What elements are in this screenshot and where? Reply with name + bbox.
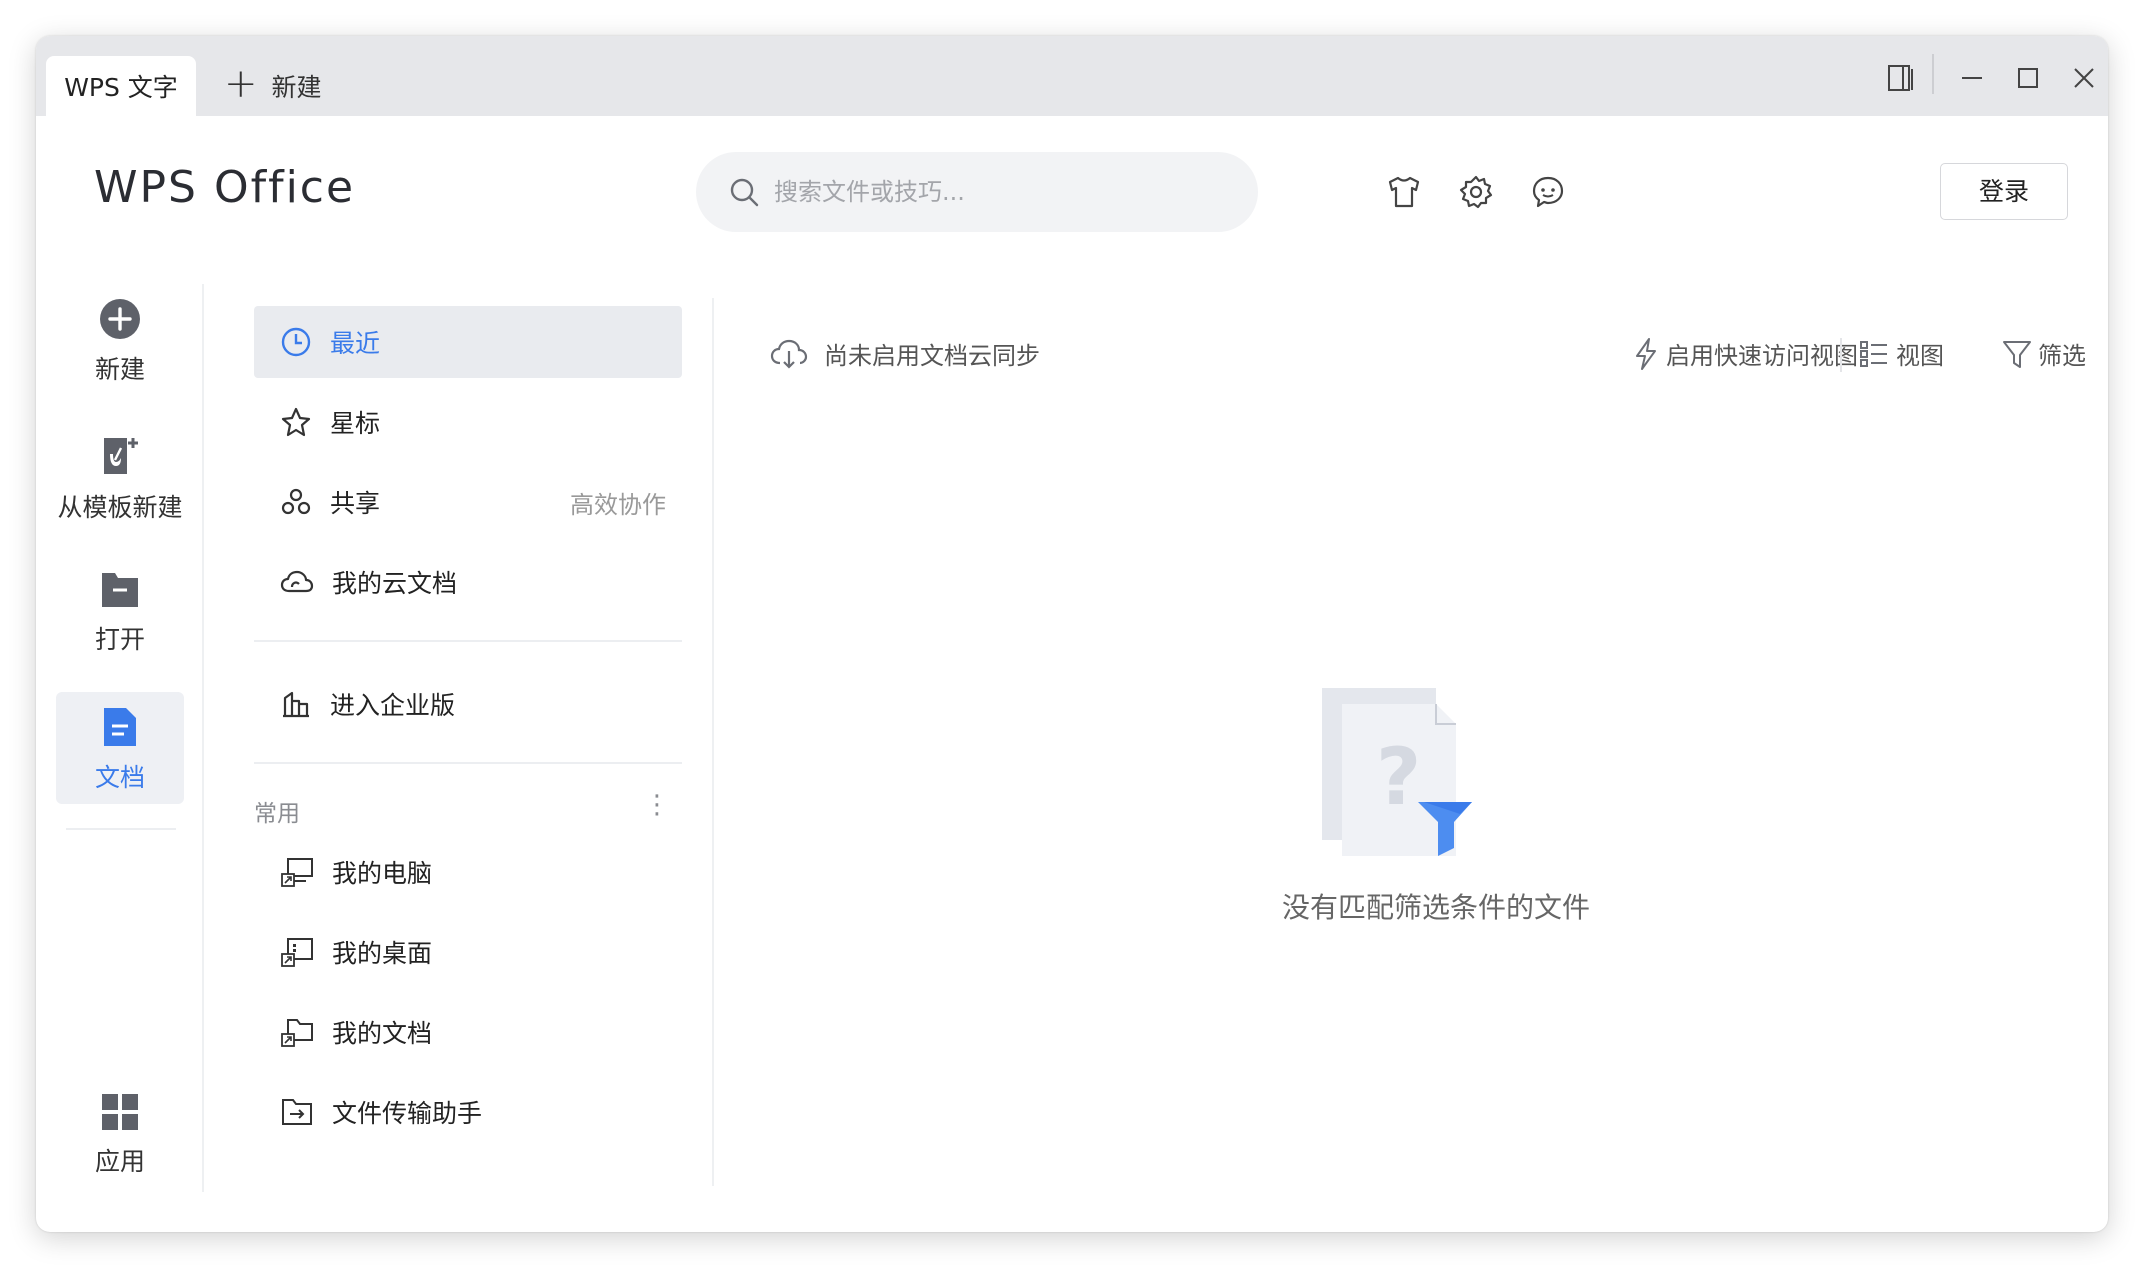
nav-item-file-transfer[interactable]: 文件传输助手 (254, 1076, 682, 1148)
view-label: 视图 (1896, 342, 1944, 370)
rail-item-new[interactable]: 新建 (56, 298, 184, 386)
quick-access-button[interactable]: 启用快速访问视图 (1632, 336, 1858, 371)
nav-item-label: 我的电脑 (332, 859, 433, 888)
rail-item-template[interactable]: 从模板新建 (56, 434, 184, 524)
plus-circle-icon (100, 299, 140, 339)
minimize-icon[interactable] (1952, 58, 1992, 98)
share-icon (281, 488, 311, 515)
skin-icon[interactable] (1382, 170, 1426, 214)
feedback-icon[interactable] (1526, 170, 1570, 214)
building-icon (283, 691, 309, 718)
rail-item-label: 文档 (94, 763, 145, 792)
rail-item-label: 应用 (94, 1147, 145, 1176)
nav-item-my-desktop[interactable]: 我的桌面 (254, 916, 682, 988)
documents-folder-shortcut-icon (281, 1019, 313, 1047)
logo-wordmark: WPS Office (94, 162, 355, 213)
rail-item-label: 打开 (94, 625, 145, 654)
nav-item-label: 进入企业版 (330, 691, 456, 720)
nav-separator (254, 762, 682, 764)
clock-icon (281, 327, 311, 357)
nav-item-label: 最近 (330, 329, 381, 358)
rail-item-documents[interactable]: 文档 (56, 706, 184, 794)
nav-item-enterprise[interactable]: 进入企业版 (254, 668, 682, 740)
star-icon (281, 407, 311, 437)
nav-item-label: 文件传输助手 (332, 1099, 483, 1128)
nav-item-label: 共享 (330, 489, 381, 518)
new-tab-button[interactable]: + 新建 (224, 56, 322, 116)
toolbar-divider (1840, 338, 1842, 372)
view-button[interactable]: 视图 (1858, 336, 1944, 371)
panel-divider (712, 298, 714, 1186)
nav-item-cloud-docs[interactable]: 我的云文档 (254, 546, 682, 618)
empty-state-message: 没有匹配筛选条件的文件 (1281, 891, 1590, 924)
nav-item-recent[interactable]: 最近 (254, 306, 682, 378)
login-button[interactable]: 登录 (1940, 163, 2068, 220)
nav-item-my-computer[interactable]: 我的电脑 (254, 836, 682, 908)
search-input[interactable] (774, 178, 1214, 206)
title-bar: WPS 文字 + 新建 (36, 36, 2108, 116)
sync-status-text: 尚未启用文档云同步 (824, 342, 1040, 370)
new-tab-label: 新建 (271, 73, 322, 102)
section-label-common: 常用 (254, 801, 300, 827)
more-options-icon[interactable]: ⋮ (644, 790, 670, 820)
rail-item-label: 从模板新建 (57, 493, 183, 522)
cloud-sync-icon (770, 339, 808, 369)
settings-icon[interactable] (1454, 170, 1498, 214)
desktop-shortcut-icon (281, 938, 313, 967)
lightning-icon (1636, 337, 1656, 370)
titlebar-divider (1932, 54, 1934, 94)
rail-item-label: 新建 (94, 355, 145, 384)
maximize-icon[interactable] (2008, 58, 2048, 98)
file-transfer-icon (282, 1099, 312, 1125)
apps-grid-icon (102, 1094, 138, 1130)
svg-text:?: ? (1376, 733, 1421, 823)
filter-label: 筛选 (2038, 342, 2086, 370)
document-icon (104, 708, 136, 746)
nav-separator (254, 640, 682, 642)
template-icon (104, 438, 138, 474)
nav-item-shared[interactable]: 共享 高效协作 (254, 466, 682, 538)
quick-access-label: 启用快速访问视图 (1666, 342, 1858, 370)
filter-button[interactable]: 筛选 (2002, 336, 2086, 371)
plus-icon: + (224, 61, 258, 107)
search-icon (730, 178, 759, 207)
sidebar-toggle-icon[interactable] (1882, 58, 1922, 98)
rail-item-open[interactable]: 打开 (56, 570, 184, 656)
close-icon[interactable] (2064, 58, 2104, 98)
tab-wps-writer[interactable]: WPS 文字 (46, 56, 196, 116)
rail-divider (202, 284, 204, 1192)
empty-state-illustration: ? (1322, 688, 1482, 872)
wps-office-logo: WPS Office (94, 162, 368, 216)
cloud-sync-status[interactable]: 尚未启用文档云同步 (770, 336, 1040, 371)
nav-item-label: 我的桌面 (332, 939, 433, 968)
search-box[interactable] (696, 152, 1258, 232)
filter-icon (2003, 340, 2031, 368)
rail-item-apps[interactable]: 应用 (56, 1092, 184, 1178)
nav-item-label: 我的云文档 (332, 569, 458, 598)
nav-item-label: 我的文档 (332, 1019, 433, 1048)
computer-shortcut-icon (281, 858, 313, 887)
nav-item-label: 星标 (330, 409, 381, 438)
svg-text:WPS Office: WPS Office (94, 164, 355, 212)
rail-separator (66, 828, 176, 830)
app-window: WPS 文字 + 新建 WPS Office 搜索文件或技巧... 登录 新建 … (36, 36, 2108, 1232)
collaboration-hint: 高效协作 (570, 490, 666, 519)
nav-item-starred[interactable]: 星标 (254, 386, 682, 458)
cloud-icon (280, 570, 314, 593)
folder-icon (102, 573, 138, 607)
list-view-icon (1860, 340, 1887, 367)
nav-item-my-documents[interactable]: 我的文档 (254, 996, 682, 1068)
